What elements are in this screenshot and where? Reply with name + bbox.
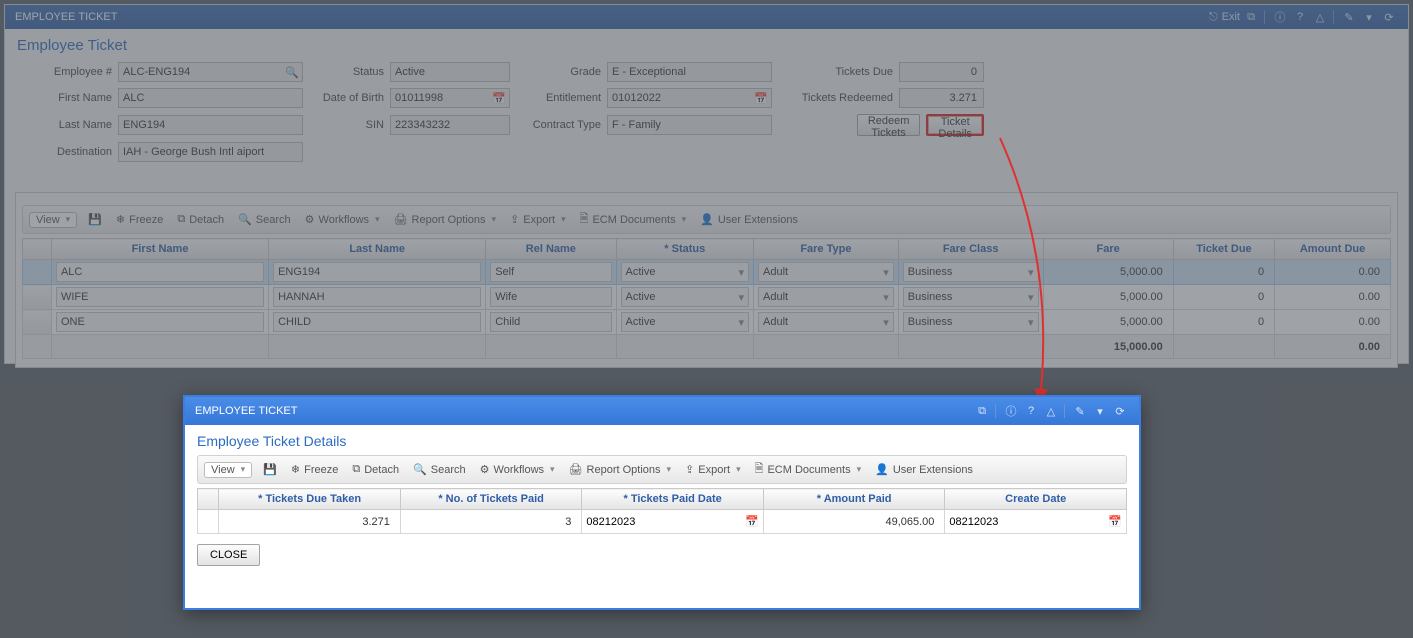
toolbar-export[interactable]: ⇪ Export [682,462,744,477]
toolbar-view[interactable]: View [204,462,252,478]
info-icon[interactable]: ⓘ [1002,402,1020,420]
details-row[interactable]: 3.271 3 08212023 📅 49,065.00 08212023 📅 [198,510,1127,534]
calendar-icon[interactable]: 📅 [1108,515,1122,528]
cell-paid-date[interactable]: 08212023 📅 [582,510,764,534]
col-paid-date[interactable]: * Tickets Paid Date [582,489,764,510]
dialog-window-title: EMPLOYEE TICKET [195,405,298,417]
dialog-titlebar: EMPLOYEE TICKET ⧉ ⓘ ? △ ✎ ▾ ⟳ [185,397,1139,425]
alert-icon[interactable]: △ [1042,402,1060,420]
create-date-value: 08212023 [949,516,998,528]
toolbar-freeze[interactable]: ❄ Freeze [288,462,341,477]
cell-tickets-due-taken[interactable]: 3.271 [219,510,401,534]
cell-amount-paid[interactable]: 49,065.00 [763,510,945,534]
help-icon[interactable]: ? [1022,402,1040,420]
toolbar-save-icon[interactable]: 💾 [260,462,280,477]
toolbar-report[interactable]: 🖨 Report Options [566,462,674,477]
calendar-icon[interactable]: 📅 [745,515,759,528]
ticket-details-dialog: EMPLOYEE TICKET ⧉ ⓘ ? △ ✎ ▾ ⟳ Employee T… [183,395,1141,610]
col-create-date[interactable]: Create Date [945,489,1127,510]
cell-create-date[interactable]: 08212023 📅 [945,510,1127,534]
chevron-down-icon[interactable]: ▾ [1091,402,1109,420]
refresh-icon[interactable]: ⟳ [1111,402,1129,420]
dialog-panel-title: Employee Ticket Details [197,433,1127,449]
toolbar-user-ext[interactable]: 👤 User Extensions [872,462,976,477]
close-button[interactable]: CLOSE [197,544,260,566]
col-amount-paid[interactable]: * Amount Paid [763,489,945,510]
col-tickets-due-taken[interactable]: * Tickets Due Taken [219,489,401,510]
details-grid: * Tickets Due Taken * No. of Tickets Pai… [197,488,1127,534]
toolbar-ecm[interactable]: 🗎 ECM Documents [752,459,865,480]
toolbar-search[interactable]: 🔍 Search [410,462,469,477]
toolbar-workflows[interactable]: ⚙ Workflows [477,462,558,477]
copy-icon[interactable]: ⧉ [973,402,991,420]
col-no-paid[interactable]: * No. of Tickets Paid [400,489,582,510]
cell-no-paid[interactable]: 3 [400,510,582,534]
paid-date-value: 08212023 [586,516,635,528]
toolbar-detach[interactable]: ⧉ Detach [349,462,402,477]
dialog-toolbar: View 💾 ❄ Freeze ⧉ Detach 🔍 Search ⚙ Work… [197,455,1127,484]
edit-icon[interactable]: ✎ [1071,402,1089,420]
